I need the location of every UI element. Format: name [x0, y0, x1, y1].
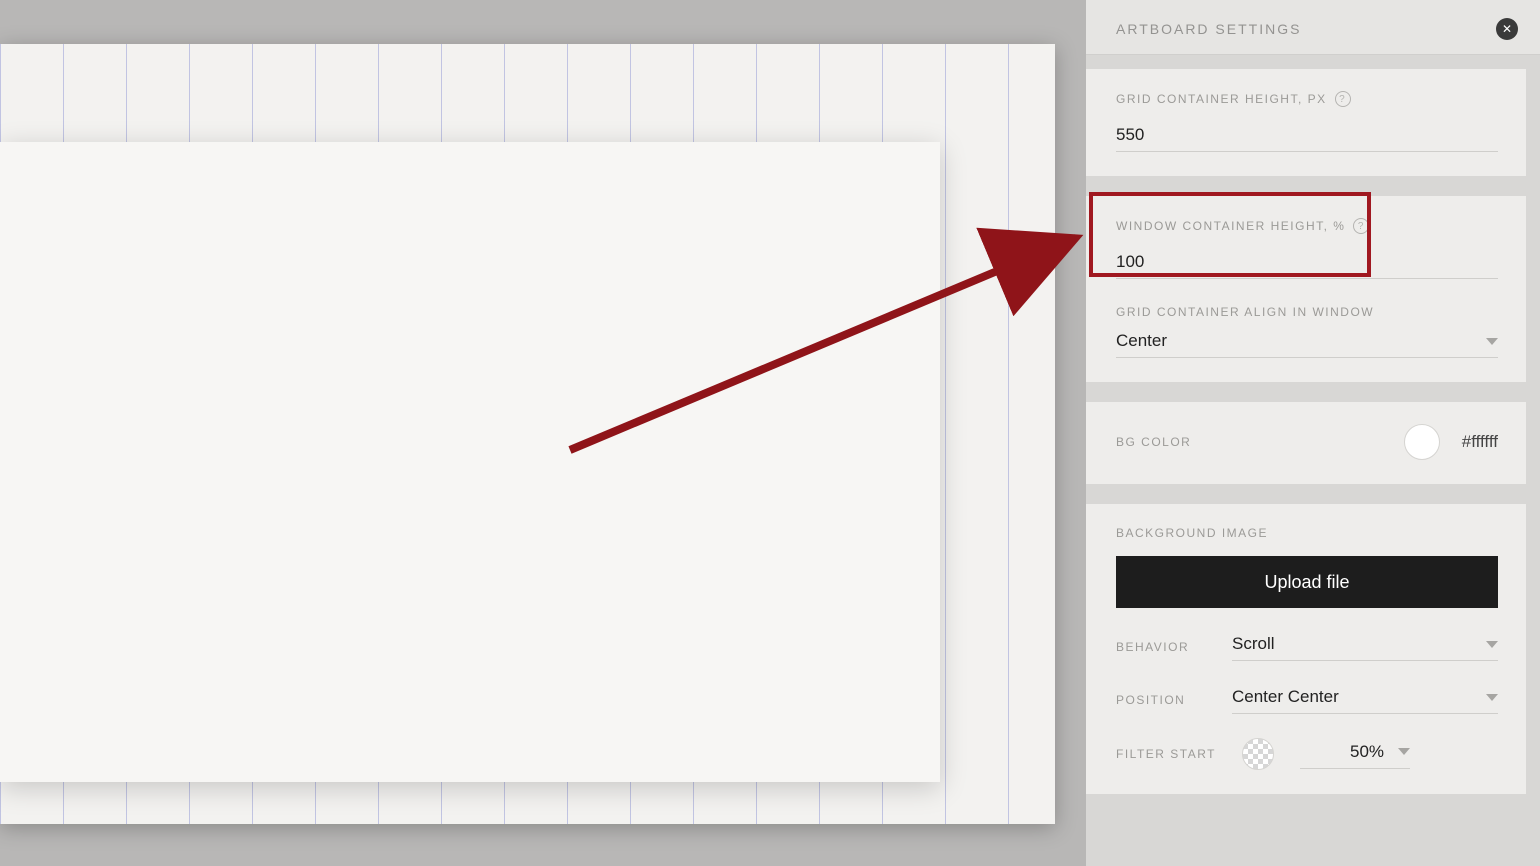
grid-container-height-label-text: GRID CONTAINER HEIGHT, PX	[1116, 92, 1327, 106]
position-select[interactable]: Center Center	[1232, 685, 1498, 714]
grid-container-height-label: GRID CONTAINER HEIGHT, PX ?	[1116, 91, 1498, 107]
help-icon[interactable]: ?	[1335, 91, 1351, 107]
grid-surface[interactable]	[0, 44, 1055, 824]
background-image-group: BACKGROUND IMAGE Upload file BEHAVIOR Sc…	[1086, 504, 1526, 794]
chevron-down-icon	[1486, 641, 1498, 648]
position-label: POSITION	[1116, 693, 1206, 707]
filter-start-select[interactable]: 50%	[1300, 740, 1410, 769]
background-image-label: BACKGROUND IMAGE	[1116, 526, 1498, 540]
artboard-settings-panel: ARTBOARD SETTINGS ✕ GRID CONTAINER HEIGH…	[1086, 0, 1540, 866]
chevron-down-icon	[1486, 338, 1498, 345]
artboard[interactable]	[0, 142, 940, 782]
editor-canvas[interactable]	[0, 0, 1086, 866]
panel-header: ARTBOARD SETTINGS ✕	[1086, 0, 1540, 55]
window-container-height-group: WINDOW CONTAINER HEIGHT, % ? GRID CONTAI…	[1086, 196, 1526, 382]
panel-title: ARTBOARD SETTINGS	[1116, 21, 1301, 37]
position-value: Center Center	[1232, 687, 1339, 707]
window-container-height-label-text: WINDOW CONTAINER HEIGHT, %	[1116, 219, 1345, 233]
filter-start-swatch[interactable]	[1242, 738, 1274, 770]
grid-align-label: GRID CONTAINER ALIGN IN WINDOW	[1116, 305, 1498, 319]
filter-start-value: 50%	[1350, 742, 1384, 762]
behavior-select[interactable]: Scroll	[1232, 632, 1498, 661]
behavior-label: BEHAVIOR	[1116, 640, 1206, 654]
grid-align-value: Center	[1116, 331, 1167, 351]
bg-color-swatch[interactable]	[1404, 424, 1440, 460]
filter-start-label: FILTER START	[1116, 747, 1216, 761]
bg-color-group: BG COLOR #ffffff	[1086, 402, 1526, 484]
bg-color-hex[interactable]: #ffffff	[1462, 432, 1498, 452]
help-icon[interactable]: ?	[1353, 218, 1369, 234]
grid-container-height-group: GRID CONTAINER HEIGHT, PX ?	[1086, 69, 1526, 176]
chevron-down-icon	[1398, 748, 1410, 755]
behavior-value: Scroll	[1232, 634, 1275, 654]
chevron-down-icon	[1486, 694, 1498, 701]
close-icon[interactable]: ✕	[1496, 18, 1518, 40]
upload-file-button[interactable]: Upload file	[1116, 556, 1498, 608]
window-container-height-input[interactable]	[1116, 248, 1498, 279]
grid-container-height-input[interactable]	[1116, 121, 1498, 152]
bg-color-label: BG COLOR	[1116, 435, 1191, 449]
window-container-height-label: WINDOW CONTAINER HEIGHT, % ?	[1116, 218, 1498, 234]
grid-align-select[interactable]: Center	[1116, 331, 1498, 358]
